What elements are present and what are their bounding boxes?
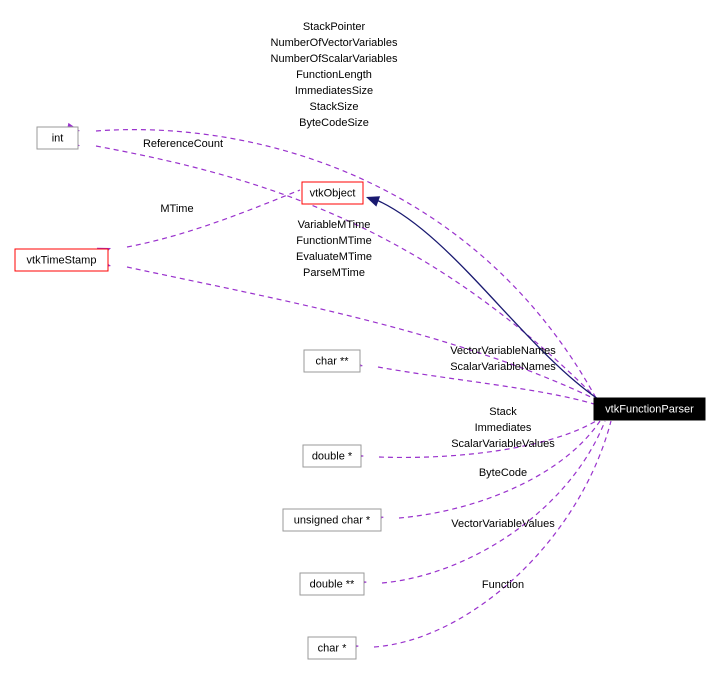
edge-label-functionmtime: FunctionMTime (296, 235, 371, 247)
edge-label-evaluatemtime: EvaluateMTime (296, 251, 372, 263)
node-label-vtkObject: vtkObject (310, 187, 356, 199)
edge-label-bytecodesize: ByteCodeSize (299, 117, 369, 129)
node-unsignedcharp[interactable]: unsigned char * (282, 508, 382, 532)
arrow-object-inherit (366, 196, 381, 207)
edge-label-numberofvectorvariables: NumberOfVectorVariables (271, 37, 398, 49)
graph-canvas: StackPointer NumberOfVectorVariables Numbe… (14, 21, 706, 660)
edge-label-variablemtime: VariableMTime (298, 219, 371, 231)
edge-label-functionlength: FunctionLength (296, 69, 372, 81)
node-label-doublepp: double ** (310, 578, 355, 590)
node-charp[interactable]: char * (307, 636, 357, 660)
edge-label-stack: Stack (489, 406, 517, 418)
edge-label-immediatessize: ImmediatesSize (295, 85, 373, 97)
arrowhead-glyph-icon (366, 196, 381, 207)
edge-label-stackpointer: StackPointer (303, 21, 366, 33)
node-vtkObject[interactable]: vtkObject (301, 181, 364, 205)
node-label-vtkTimeStamp: vtkTimeStamp (27, 254, 97, 266)
node-charpp[interactable]: char ** (303, 349, 361, 373)
nodes-group: int vtkTimeStamp vtkObject char ** double * u… (14, 126, 706, 660)
node-doublep[interactable]: double * (302, 444, 362, 468)
node-label-int: int (52, 132, 64, 144)
node-label-unsignedcharp: unsigned char * (294, 514, 371, 526)
node-label-doublep: double * (312, 450, 353, 462)
edge-label-numberofscalarvariables: NumberOfScalarVariables (271, 53, 398, 65)
edge-label-stacksize: StackSize (310, 101, 359, 113)
edge-label-function: Function (482, 579, 524, 591)
edge-label-mtime: MTime (160, 203, 193, 215)
node-int[interactable]: int (36, 126, 79, 150)
edge-label-scalarvariablevalues: ScalarVariableValues (451, 438, 555, 450)
edge-label-vectorvariablevalues: VectorVariableValues (451, 518, 555, 530)
edge-label-scalarvariablenames: ScalarVariableNames (450, 361, 556, 373)
edge-label-bytecode: ByteCode (479, 467, 527, 479)
node-vtkFunctionParser[interactable]: vtkFunctionParser (593, 397, 706, 421)
node-doublepp[interactable]: double ** (299, 572, 365, 596)
collaboration-diagram: StackPointer NumberOfVectorVariables Numbe… (0, 0, 717, 674)
edge-label-vectorvariablenames: VectorVariableNames (450, 345, 556, 357)
node-vtkTimeStamp[interactable]: vtkTimeStamp (14, 248, 109, 272)
edge-vtkTimeStamp-to-vtkObject (126, 189, 301, 248)
edge-label-parsemtime: ParseMTime (303, 267, 365, 279)
node-label-charp: char * (318, 642, 347, 654)
node-label-charpp: char ** (315, 355, 349, 367)
edge-label-immediates: Immediates (475, 422, 532, 434)
edge-labels-group: StackPointer NumberOfVectorVariables Numbe… (143, 21, 556, 591)
node-label-vtkFunctionParser: vtkFunctionParser (605, 403, 694, 415)
edge-label-referencecount: ReferenceCount (143, 138, 223, 150)
edge-charp-to-vtkFunctionParser (373, 420, 612, 648)
